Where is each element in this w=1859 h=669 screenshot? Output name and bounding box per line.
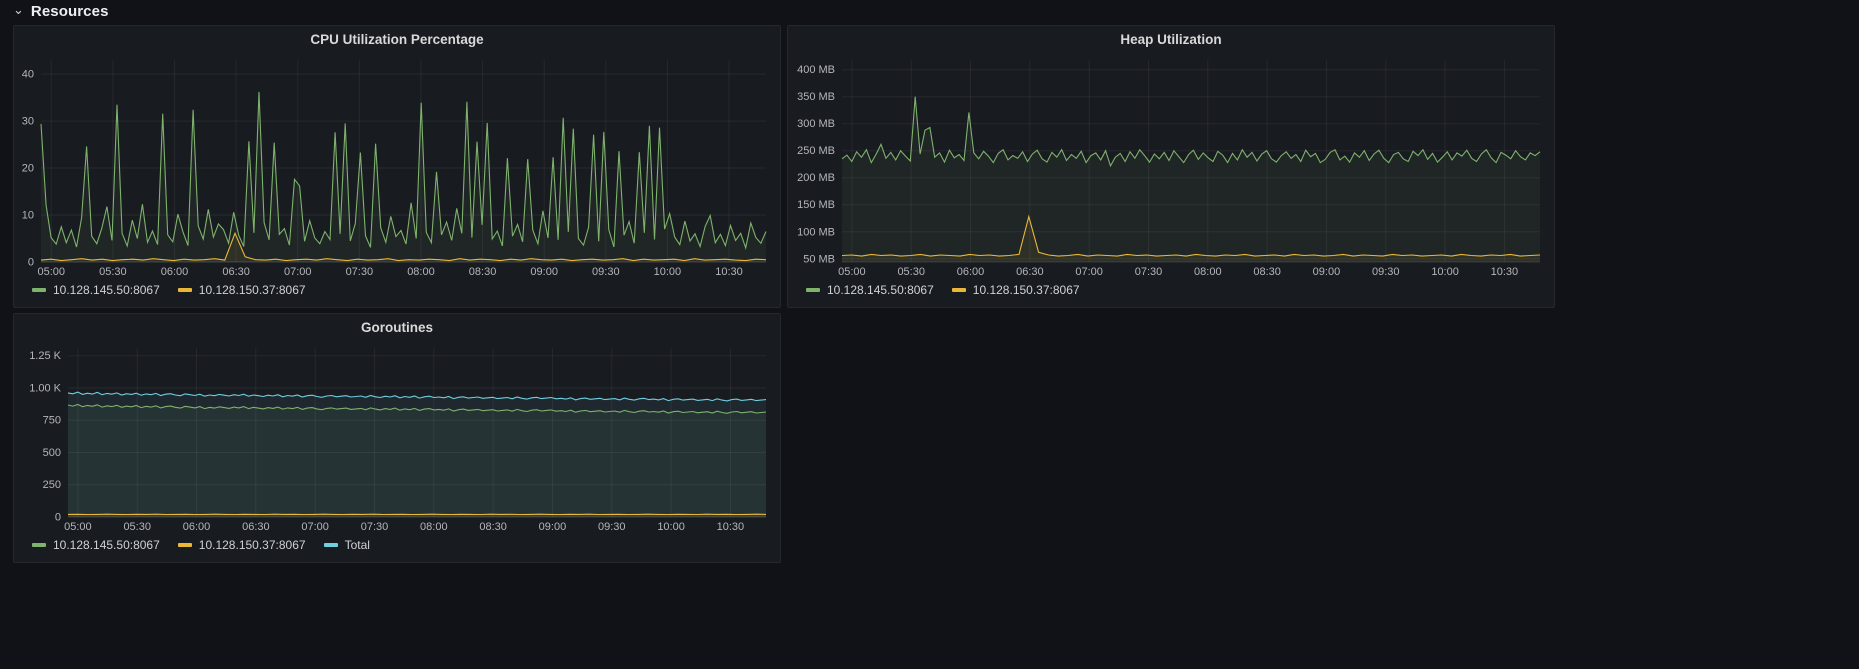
svg-text:07:30: 07:30 bbox=[1135, 266, 1163, 278]
svg-text:250 MB: 250 MB bbox=[797, 145, 835, 157]
svg-text:06:30: 06:30 bbox=[242, 521, 270, 533]
svg-text:06:00: 06:00 bbox=[161, 266, 189, 278]
svg-text:10:00: 10:00 bbox=[1431, 266, 1459, 278]
heap-chart-canvas: 50 MB 100 MB 150 MB 200 MB 250 MB 300 MB 350 M… bbox=[797, 60, 1541, 278]
svg-text:07:00: 07:00 bbox=[301, 521, 329, 533]
legend-swatch bbox=[806, 288, 820, 292]
legend-swatch bbox=[323, 543, 338, 547]
svg-text:08:00: 08:00 bbox=[420, 521, 448, 533]
legend-swatch bbox=[177, 543, 192, 547]
svg-text:06:00: 06:00 bbox=[183, 521, 211, 533]
svg-text:250: 250 bbox=[43, 479, 61, 491]
svg-text:100 MB: 100 MB bbox=[797, 226, 835, 238]
svg-text:07:00: 07:00 bbox=[1075, 266, 1103, 278]
svg-text:09:30: 09:30 bbox=[1372, 266, 1400, 278]
svg-text:0: 0 bbox=[55, 512, 61, 524]
svg-text:10:30: 10:30 bbox=[717, 521, 745, 533]
panel-cpu: CPU Utilization Percentage 0 10 20 30 40 05:0… bbox=[13, 25, 781, 308]
legend-swatch bbox=[32, 288, 46, 292]
legend-item-10-128-150-37-8067[interactable]: 10.128.150.37:8067 bbox=[177, 283, 306, 297]
legend-item-10-128-145-50-8067[interactable]: 10.128.145.50:8067 bbox=[806, 283, 934, 297]
panel-heap: Heap Utilization 50 MB 100 MB 150 MB 200 MB… bbox=[787, 25, 1555, 308]
svg-text:09:00: 09:00 bbox=[530, 266, 558, 278]
svg-text:10:00: 10:00 bbox=[657, 521, 685, 533]
legend-label: 10.128.145.50:8067 bbox=[53, 538, 160, 552]
legend-item-10-128-145-50-8067[interactable]: 10.128.145.50:8067 bbox=[32, 283, 160, 297]
cpu-chart[interactable]: 0 10 20 30 40 05:00 05:30 06:00 06:30 07:00 07:30 0… bbox=[14, 53, 780, 279]
svg-text:300 MB: 300 MB bbox=[797, 118, 835, 130]
svg-text:200 MB: 200 MB bbox=[797, 172, 835, 184]
legend-item-10-128-145-50-8067[interactable]: 10.128.145.50:8067 bbox=[32, 538, 160, 552]
heap-legend: 10.128.145.50:8067 10.128.150.37:8067 bbox=[788, 279, 1554, 307]
svg-text:20: 20 bbox=[22, 163, 34, 175]
legend-label: 10.128.145.50:8067 bbox=[827, 283, 934, 297]
svg-text:09:00: 09:00 bbox=[539, 521, 567, 533]
heap-chart[interactable]: 50 MB 100 MB 150 MB 200 MB 250 MB 300 MB 350 M… bbox=[788, 53, 1554, 279]
legend-label: Total bbox=[344, 538, 370, 552]
goroutines-chart-canvas: 0 250 500 750 1.00 K 1.25 K 05:00 05:30 06:00 06:… bbox=[29, 348, 767, 533]
svg-text:09:30: 09:30 bbox=[598, 521, 626, 533]
svg-text:05:30: 05:30 bbox=[99, 266, 127, 278]
svg-text:750: 750 bbox=[43, 415, 61, 427]
svg-text:09:00: 09:00 bbox=[1313, 266, 1341, 278]
svg-text:05:30: 05:30 bbox=[897, 266, 925, 278]
series-area bbox=[842, 96, 1540, 262]
section-row-resources[interactable]: ⌄ Resources bbox=[13, 1, 109, 21]
panel-goroutines-header[interactable]: Goroutines bbox=[14, 314, 780, 341]
svg-text:05:30: 05:30 bbox=[123, 521, 151, 533]
panel-cpu-header[interactable]: CPU Utilization Percentage bbox=[14, 26, 780, 53]
legend-item-total[interactable]: Total bbox=[323, 538, 370, 552]
legend-label: 10.128.145.50:8067 bbox=[53, 283, 160, 297]
legend-swatch bbox=[951, 288, 966, 292]
legend-swatch bbox=[32, 543, 46, 547]
svg-text:08:30: 08:30 bbox=[469, 266, 497, 278]
svg-text:1.00 K: 1.00 K bbox=[29, 382, 61, 394]
section-title: Resources bbox=[30, 2, 109, 20]
legend-label: 10.128.150.37:8067 bbox=[198, 283, 306, 297]
svg-text:05:00: 05:00 bbox=[38, 266, 66, 278]
svg-text:06:00: 06:00 bbox=[957, 266, 985, 278]
svg-text:40: 40 bbox=[22, 69, 34, 81]
svg-text:09:30: 09:30 bbox=[592, 266, 620, 278]
svg-text:08:00: 08:00 bbox=[407, 266, 435, 278]
goroutines-chart[interactable]: 0 250 500 750 1.00 K 1.25 K 05:00 05:30 06:00 06:… bbox=[14, 341, 780, 534]
cpu-legend: 10.128.145.50:8067 10.128.150.37:8067 bbox=[14, 279, 780, 307]
series-area bbox=[68, 392, 766, 517]
svg-text:50 MB: 50 MB bbox=[803, 253, 835, 265]
svg-text:06:30: 06:30 bbox=[222, 266, 250, 278]
panel-goroutines: Goroutines 0 250 500 750 1.00 K 1.25 K 05:00 05… bbox=[13, 313, 781, 563]
svg-text:500: 500 bbox=[43, 447, 61, 459]
svg-text:05:00: 05:00 bbox=[64, 521, 92, 533]
svg-text:08:30: 08:30 bbox=[479, 521, 507, 533]
chevron-down-icon: ⌄ bbox=[13, 1, 24, 17]
svg-text:10:00: 10:00 bbox=[654, 266, 682, 278]
svg-text:08:00: 08:00 bbox=[1194, 266, 1222, 278]
legend-swatch bbox=[177, 288, 192, 292]
legend-item-10-128-150-37-8067[interactable]: 10.128.150.37:8067 bbox=[951, 283, 1080, 297]
svg-text:07:00: 07:00 bbox=[284, 266, 312, 278]
cpu-chart-canvas: 0 10 20 30 40 05:00 05:30 06:00 06:30 07:00 07:30 0… bbox=[22, 60, 767, 278]
svg-text:0: 0 bbox=[28, 257, 34, 269]
svg-text:1.25 K: 1.25 K bbox=[29, 350, 61, 362]
panel-cpu-title: CPU Utilization Percentage bbox=[310, 32, 484, 47]
svg-text:07:30: 07:30 bbox=[361, 521, 389, 533]
panel-goroutines-title: Goroutines bbox=[360, 320, 433, 335]
svg-text:07:30: 07:30 bbox=[346, 266, 374, 278]
svg-text:30: 30 bbox=[22, 116, 34, 128]
svg-text:05:00: 05:00 bbox=[838, 266, 866, 278]
svg-text:350 MB: 350 MB bbox=[797, 91, 835, 103]
legend-label: 10.128.150.37:8067 bbox=[972, 283, 1080, 297]
panel-heap-header[interactable]: Heap Utilization bbox=[788, 26, 1554, 53]
svg-text:06:30: 06:30 bbox=[1016, 266, 1044, 278]
svg-text:10:30: 10:30 bbox=[715, 266, 743, 278]
panel-heap-title: Heap Utilization bbox=[1120, 32, 1222, 47]
legend-label: 10.128.150.37:8067 bbox=[198, 538, 306, 552]
svg-text:08:30: 08:30 bbox=[1253, 266, 1281, 278]
goroutines-legend: 10.128.145.50:8067 10.128.150.37:8067 Tota… bbox=[14, 534, 780, 562]
legend-item-10-128-150-37-8067[interactable]: 10.128.150.37:8067 bbox=[177, 538, 306, 552]
svg-text:150 MB: 150 MB bbox=[797, 199, 835, 211]
svg-text:10:30: 10:30 bbox=[1491, 266, 1519, 278]
svg-text:400 MB: 400 MB bbox=[797, 64, 835, 76]
svg-text:10: 10 bbox=[22, 210, 34, 222]
